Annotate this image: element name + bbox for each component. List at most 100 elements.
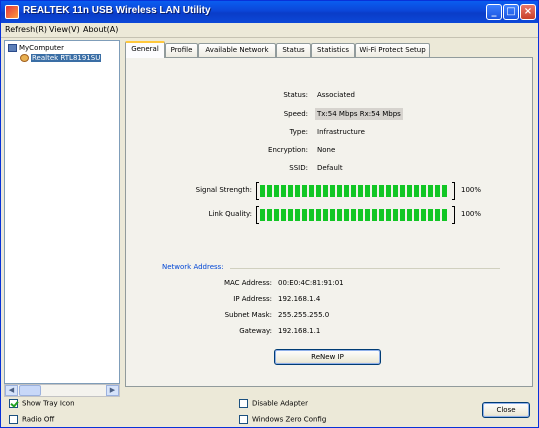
- signal-strength-segment: [337, 185, 342, 197]
- link-quality-segment: [442, 209, 447, 221]
- checkbox-unchecked-icon[interactable]: [239, 399, 248, 408]
- signal-strength-percent: 100%: [461, 186, 482, 194]
- link-quality-segment: [260, 209, 265, 221]
- checkbox-unchecked-icon[interactable]: [239, 415, 248, 424]
- link-quality-percent: 100%: [461, 210, 482, 218]
- close-button[interactable]: Close: [482, 402, 530, 418]
- signal-strength-segment: [344, 185, 349, 197]
- gateway-label: Gateway:: [239, 327, 272, 335]
- signal-strength-segment: [421, 185, 426, 197]
- link-quality-segment: [386, 209, 391, 221]
- link-quality-segment: [358, 209, 363, 221]
- link-meter-right-bracket: [452, 206, 455, 224]
- tab-profile[interactable]: Profile: [165, 43, 198, 58]
- signal-strength-segment: [386, 185, 391, 197]
- signal-strength-segment: [407, 185, 412, 197]
- tree-horizontal-scrollbar[interactable]: ◀ ▶: [4, 384, 120, 397]
- signal-strength-segment: [260, 185, 265, 197]
- radio-off-label: Radio Off: [22, 415, 55, 424]
- tab-general[interactable]: General: [125, 41, 165, 58]
- signal-strength-segment: [358, 185, 363, 197]
- link-quality-segment: [309, 209, 314, 221]
- signal-strength-segment: [393, 185, 398, 197]
- signal-strength-segment: [274, 185, 279, 197]
- tree-item-adapter[interactable]: Realtek RTL8191SU: [20, 54, 102, 62]
- tab-wifi-protect-setup[interactable]: Wi-Fi Protect Setup: [355, 43, 430, 58]
- ssid-value: Default: [317, 164, 343, 172]
- menu-refresh[interactable]: Refresh(R): [5, 25, 47, 34]
- tab-available-network[interactable]: Available Network: [198, 43, 276, 58]
- app-icon: [5, 5, 19, 19]
- signal-strength-segment: [379, 185, 384, 197]
- link-quality-segment: [379, 209, 384, 221]
- network-group-divider: [230, 268, 500, 269]
- signal-meter-left-bracket: [256, 182, 259, 200]
- signal-strength-meter: [260, 185, 450, 197]
- link-quality-segment: [337, 209, 342, 221]
- disable-adapter-checkbox[interactable]: Disable Adapter: [239, 399, 308, 408]
- link-quality-segment: [407, 209, 412, 221]
- signal-strength-segment: [428, 185, 433, 197]
- link-quality-segment: [344, 209, 349, 221]
- signal-meter-right-bracket: [452, 182, 455, 200]
- renew-ip-button[interactable]: ReNew IP: [274, 349, 381, 365]
- encryption-value: None: [317, 146, 336, 154]
- title-bar[interactable]: REALTEK 11n USB Wireless LAN Utility _ □…: [1, 1, 538, 23]
- signal-strength-segment: [400, 185, 405, 197]
- type-value: Infrastructure: [317, 128, 365, 136]
- wireless-adapter-icon: [20, 54, 29, 62]
- ip-address-value: 192.168.1.4: [278, 295, 321, 303]
- speed-label: Speed:: [283, 110, 308, 118]
- signal-strength-segment: [309, 185, 314, 197]
- link-quality-segment: [274, 209, 279, 221]
- windows-zero-config-checkbox[interactable]: Windows Zero Config: [239, 415, 326, 424]
- windows-zero-config-label: Windows Zero Config: [252, 415, 327, 424]
- link-quality-segment: [267, 209, 272, 221]
- signal-strength-segment: [281, 185, 286, 197]
- minimize-button[interactable]: _: [486, 4, 502, 20]
- tree-item-mycomputer[interactable]: MyComputer: [8, 44, 64, 52]
- link-quality-segment: [323, 209, 328, 221]
- signal-strength-segment: [316, 185, 321, 197]
- scroll-left-icon[interactable]: ◀: [5, 385, 18, 396]
- tab-statistics[interactable]: Statistics: [311, 43, 355, 58]
- signal-strength-segment: [288, 185, 293, 197]
- link-quality-segment: [288, 209, 293, 221]
- signal-strength-segment: [295, 185, 300, 197]
- link-quality-segment: [372, 209, 377, 221]
- type-label: Type:: [289, 128, 308, 136]
- signal-strength-segment: [302, 185, 307, 197]
- show-tray-icon-checkbox[interactable]: Show Tray Icon: [9, 399, 75, 408]
- menu-view[interactable]: View(V): [49, 25, 80, 34]
- signal-strength-segment: [323, 185, 328, 197]
- general-tab-panel: Status: Associated Speed: Tx:54 Mbps Rx:…: [125, 57, 533, 387]
- signal-strength-segment: [365, 185, 370, 197]
- checkbox-unchecked-icon[interactable]: [9, 415, 18, 424]
- menu-about[interactable]: About(A): [83, 25, 118, 34]
- close-window-button[interactable]: ×: [520, 4, 536, 20]
- signal-strength-segment: [372, 185, 377, 197]
- link-quality-segment: [421, 209, 426, 221]
- link-quality-meter: [260, 209, 450, 221]
- link-quality-segment: [365, 209, 370, 221]
- link-quality-segment: [428, 209, 433, 221]
- link-quality-label: Link Quality:: [208, 210, 252, 218]
- link-quality-segment: [330, 209, 335, 221]
- scroll-thumb[interactable]: [19, 385, 41, 396]
- show-tray-icon-label: Show Tray Icon: [22, 399, 75, 408]
- maximize-button[interactable]: □: [503, 4, 519, 20]
- link-quality-segment: [302, 209, 307, 221]
- encryption-label: Encryption:: [268, 146, 308, 154]
- link-quality-segment: [316, 209, 321, 221]
- speed-value: Tx:54 Mbps Rx:54 Mbps: [315, 108, 403, 120]
- checkbox-checked-icon[interactable]: [9, 399, 18, 408]
- tab-status[interactable]: Status: [276, 43, 311, 58]
- window-title: REALTEK 11n USB Wireless LAN Utility: [23, 5, 211, 16]
- mac-address-value: 00:E0:4C:81:91:01: [278, 279, 344, 287]
- menu-bar: Refresh(R) View(V) About(A): [1, 23, 538, 38]
- adapter-tree: MyComputer Realtek RTL8191SU: [4, 40, 120, 384]
- radio-off-checkbox[interactable]: Radio Off: [9, 415, 54, 424]
- signal-strength-segment: [442, 185, 447, 197]
- scroll-right-icon[interactable]: ▶: [106, 385, 119, 396]
- network-address-group-title: Network Address:: [162, 263, 224, 271]
